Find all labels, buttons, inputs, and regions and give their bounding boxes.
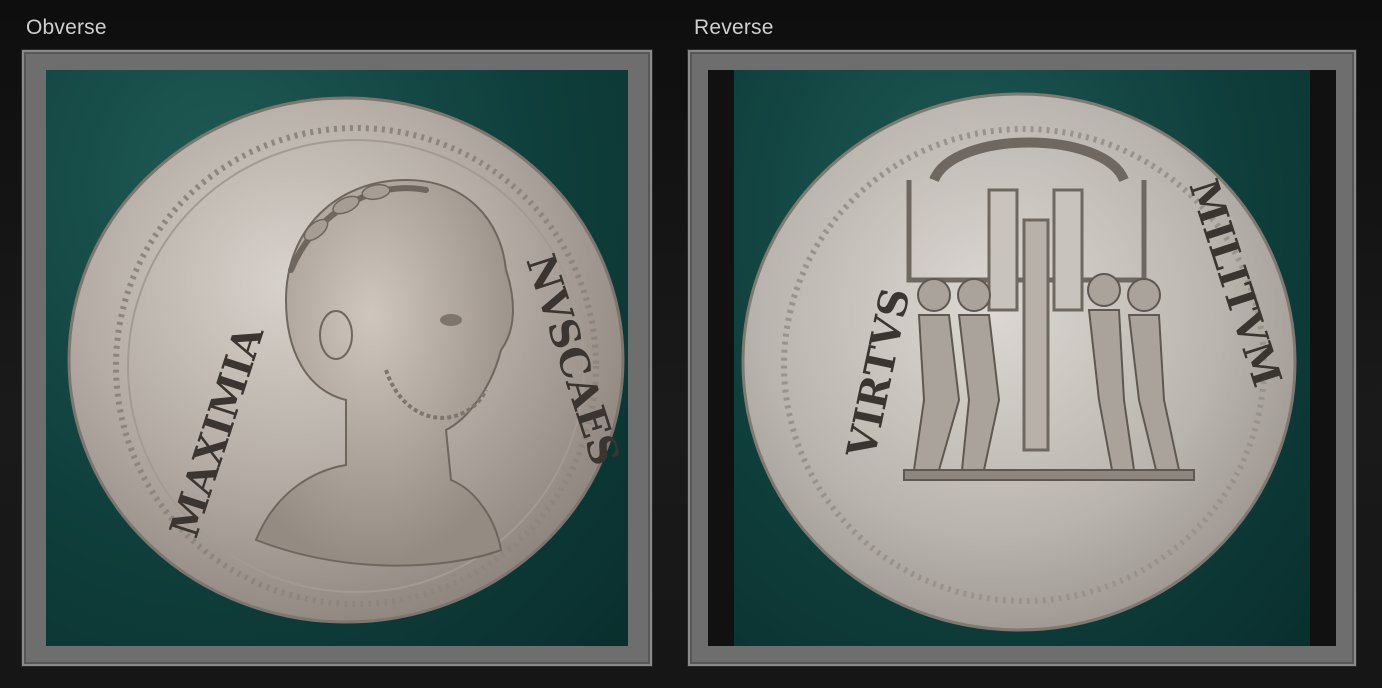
reverse-frame: VIRTVS MILITVM <box>688 50 1356 666</box>
gallery-page: Obverse MAXIMIA NVSCAES Reverse VIRTVS M… <box>0 0 1382 688</box>
obverse-label: Obverse <box>26 16 107 39</box>
reverse-image[interactable]: VIRTVS MILITVM <box>708 70 1336 646</box>
reverse-panel: Reverse VIRTVS MILITVM <box>688 0 1360 688</box>
reverse-coin: VIRTVS MILITVM <box>741 92 1297 632</box>
obverse-coin: MAXIMIA NVSCAES <box>67 96 628 624</box>
obverse-panel: Obverse MAXIMIA NVSCAES <box>20 0 656 688</box>
obverse-frame: MAXIMIA NVSCAES <box>22 50 652 666</box>
obverse-image[interactable]: MAXIMIA NVSCAES <box>46 70 628 646</box>
reverse-label: Reverse <box>694 16 774 39</box>
